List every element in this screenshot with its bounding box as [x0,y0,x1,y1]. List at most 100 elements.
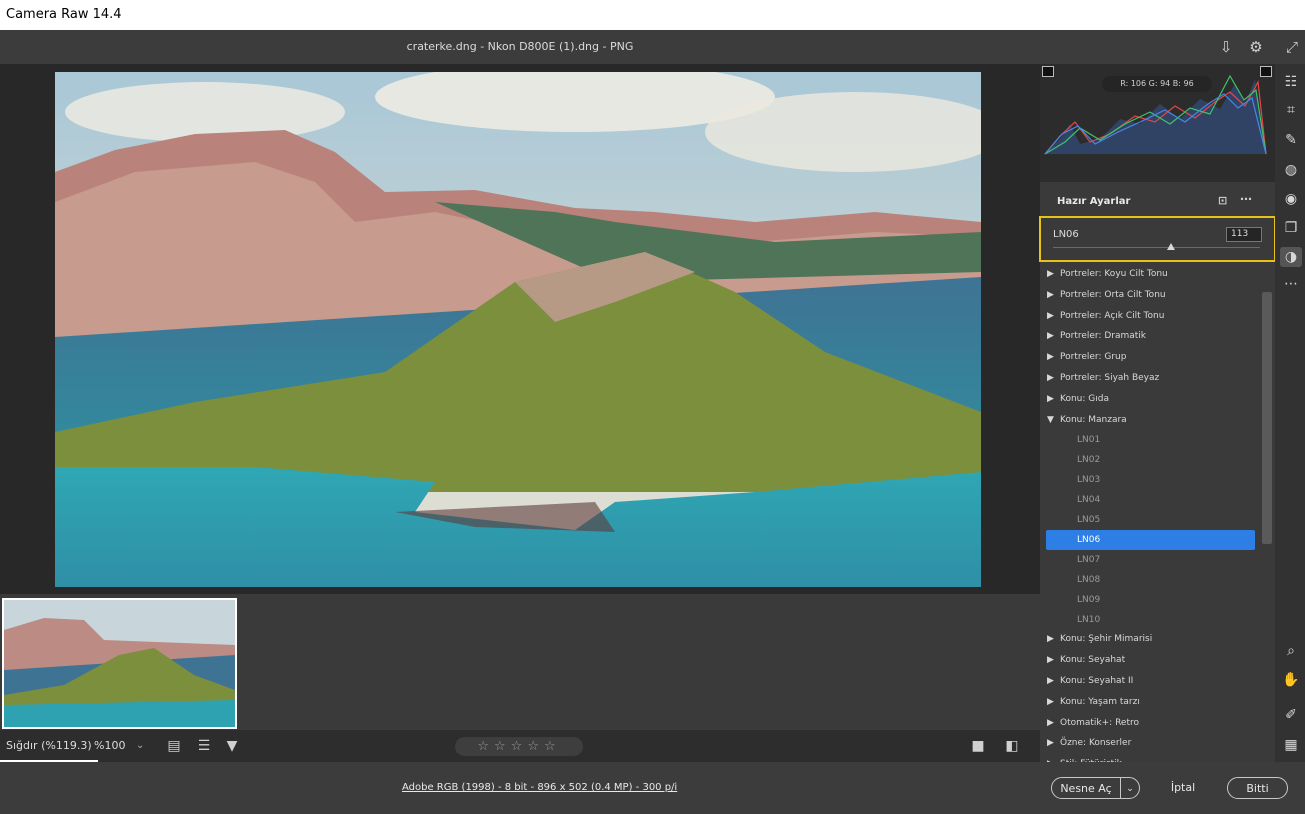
preset-label: Konu: Gıda [1060,393,1109,404]
rgb-readout: R: 106 G: 94 B: 96 [1102,76,1212,92]
zoom-icon[interactable]: ⌕ [1280,641,1302,661]
document-filename: craterke.dng - Nkon D800E (1).dng - PNG [406,40,634,53]
preset-label: Portreler: Orta Cilt Tonu [1060,289,1166,300]
expand-right-icon[interactable]: ▶ [1047,389,1054,409]
preset-group[interactable]: ▶ Stil: Fütüristik [1040,754,1260,762]
preset-label: Konu: Şehir Mimarisi [1060,634,1153,645]
zoom-100-button[interactable]: %100 [94,730,125,762]
preset-label: LN09 [1077,594,1101,605]
preset-item[interactable]: LN05 [1040,510,1260,530]
preset-item[interactable]: LN08 [1040,570,1260,590]
filmstrip-view-icon[interactable]: ▤ [164,737,184,755]
filmstrip-thumbnail[interactable] [2,598,237,729]
mask-icon[interactable]: ◍ [1280,160,1302,180]
more-options-icon[interactable]: ⋯ [1240,192,1252,206]
snapshots-icon[interactable]: ❐ [1280,218,1302,238]
preset-group[interactable]: ▶ Otomatik+: Retro [1040,713,1260,733]
more-tools-icon[interactable]: ⋯ [1280,274,1302,294]
preset-item[interactable]: LN06 [1046,529,1255,550]
preset-item[interactable]: LN10 [1040,610,1260,630]
grid-icon[interactable]: ▦ [1280,735,1302,755]
expand-right-icon[interactable]: ▶ [1047,368,1054,388]
hand-icon[interactable]: ✋ [1280,670,1302,690]
presets-header: Hazır Ayarlar ⊡ ⋯ [1040,186,1275,216]
highlight-clipping-toggle[interactable] [1260,66,1272,77]
presets-icon[interactable]: ◑ [1280,247,1302,267]
preset-item[interactable]: LN09 [1040,590,1260,610]
main-photo[interactable] [55,72,981,587]
zoom-dropdown-icon[interactable]: ⌄ [136,730,144,762]
expand-right-icon[interactable]: ▶ [1047,671,1054,691]
expand-right-icon[interactable]: ▶ [1047,326,1054,346]
preset-group[interactable]: ▶ Portreler: Siyah Beyaz [1040,368,1260,388]
color-sampler-icon[interactable]: ✐ [1280,705,1302,725]
preset-item[interactable]: LN03 [1040,470,1260,490]
rating-stars[interactable]: ☆☆☆☆☆ [455,737,583,756]
expand-right-icon[interactable]: ▶ [1047,347,1054,367]
edit-sliders-icon[interactable]: ☷ [1280,72,1302,92]
preset-group[interactable]: ▶ Portreler: Dramatik [1040,326,1260,346]
preset-group[interactable]: ▶ Konu: Gıda [1040,389,1260,409]
footer-bar: Adobe RGB (1998) - 8 bit - 896 x 502 (0.… [0,762,1305,814]
expand-right-icon[interactable]: ▶ [1047,306,1054,326]
stars-label[interactable]: ☆☆☆☆☆ [477,739,560,754]
preset-item[interactable]: LN01 [1040,430,1260,450]
preset-item[interactable]: LN04 [1040,490,1260,510]
preset-amount-slider-thumb[interactable] [1166,243,1175,250]
open-options-dropdown-icon[interactable]: ⌄ [1120,777,1140,799]
expand-right-icon[interactable]: ▶ [1047,754,1054,762]
preset-label: Stil: Fütüristik [1060,754,1122,762]
presets-scroll-thumb[interactable] [1262,292,1272,544]
preset-group[interactable]: ▶ Konu: Seyahat II [1040,671,1260,691]
preset-group[interactable]: ▶ Konu: Seyahat [1040,650,1260,670]
expand-right-icon[interactable]: ▶ [1047,285,1054,305]
preset-group[interactable]: ▶ Konu: Yaşam tarzı [1040,692,1260,712]
workflow-options-link[interactable]: Adobe RGB (1998) - 8 bit - 896 x 502 (0.… [402,782,677,793]
before-after-icon[interactable]: ◧ [1002,737,1022,755]
preset-group[interactable]: ▶ Portreler: Koyu Cilt Tonu [1040,264,1260,284]
preset-group[interactable]: ▶ Portreler: Orta Cilt Tonu [1040,285,1260,305]
preset-label: Konu: Seyahat II [1060,676,1134,686]
preset-amount-field[interactable]: 113 [1226,227,1262,242]
fullscreen-icon[interactable]: ⤢ [1282,37,1302,57]
expand-right-icon[interactable]: ▶ [1047,650,1054,670]
preset-group[interactable]: ▼ Konu: Manzara [1040,410,1260,430]
expand-right-icon[interactable]: ▶ [1047,733,1054,753]
save-image-icon[interactable]: ⇩ [1216,37,1236,57]
view-mode-icon[interactable]: ■ [968,737,988,755]
preset-item[interactable]: LN07 [1040,550,1260,570]
preset-group[interactable]: ▶ Portreler: Açık Cilt Tonu [1040,306,1260,326]
preset-label: Otomatik+: Retro [1060,717,1140,728]
preset-label: LN06 [1077,534,1101,545]
zoom-fit-button[interactable]: Sığdır (%119.3) [0,730,98,762]
preset-label: Konu: Yaşam tarzı [1060,696,1140,707]
done-button[interactable]: Bitti [1227,777,1288,799]
sort-icon[interactable]: ☰ [194,737,214,755]
preset-group[interactable]: ▶ Konu: Şehir Mimarisi [1040,629,1260,649]
preset-label: Konu: Manzara [1060,414,1127,425]
expand-down-icon[interactable]: ▼ [1047,410,1054,430]
preset-amount-control: LN06 113 [1039,216,1276,262]
red-eye-icon[interactable]: ◉ [1280,189,1302,209]
preset-label: Özne: Konserler [1060,738,1132,749]
preset-label: LN01 [1077,435,1101,446]
expand-right-icon[interactable]: ▶ [1047,713,1054,733]
expand-right-icon[interactable]: ▶ [1047,264,1054,284]
presets-title: Hazır Ayarlar [1057,196,1131,207]
gear-icon[interactable]: ⚙ [1246,37,1266,57]
cancel-button[interactable]: İptal [1158,777,1208,799]
preset-label: LN08 [1077,574,1101,585]
document-bar: craterke.dng - Nkon D800E (1).dng - PNG … [0,30,1305,64]
new-preset-icon[interactable]: ⊡ [1218,194,1227,207]
preset-amount-slider-track[interactable] [1053,247,1260,248]
filter-icon[interactable]: ▼ [222,737,242,755]
healing-icon[interactable]: ✎ [1280,130,1302,150]
preset-item[interactable]: LN02 [1040,450,1260,470]
shadow-clipping-toggle[interactable] [1042,66,1054,77]
expand-right-icon[interactable]: ▶ [1047,629,1054,649]
preset-group[interactable]: ▶ Portreler: Grup [1040,347,1260,367]
crop-icon[interactable]: ⌗ [1280,100,1302,120]
preset-group[interactable]: ▶ Özne: Konserler [1040,733,1260,753]
expand-right-icon[interactable]: ▶ [1047,692,1054,712]
open-object-button[interactable]: Nesne Aç [1051,777,1121,799]
